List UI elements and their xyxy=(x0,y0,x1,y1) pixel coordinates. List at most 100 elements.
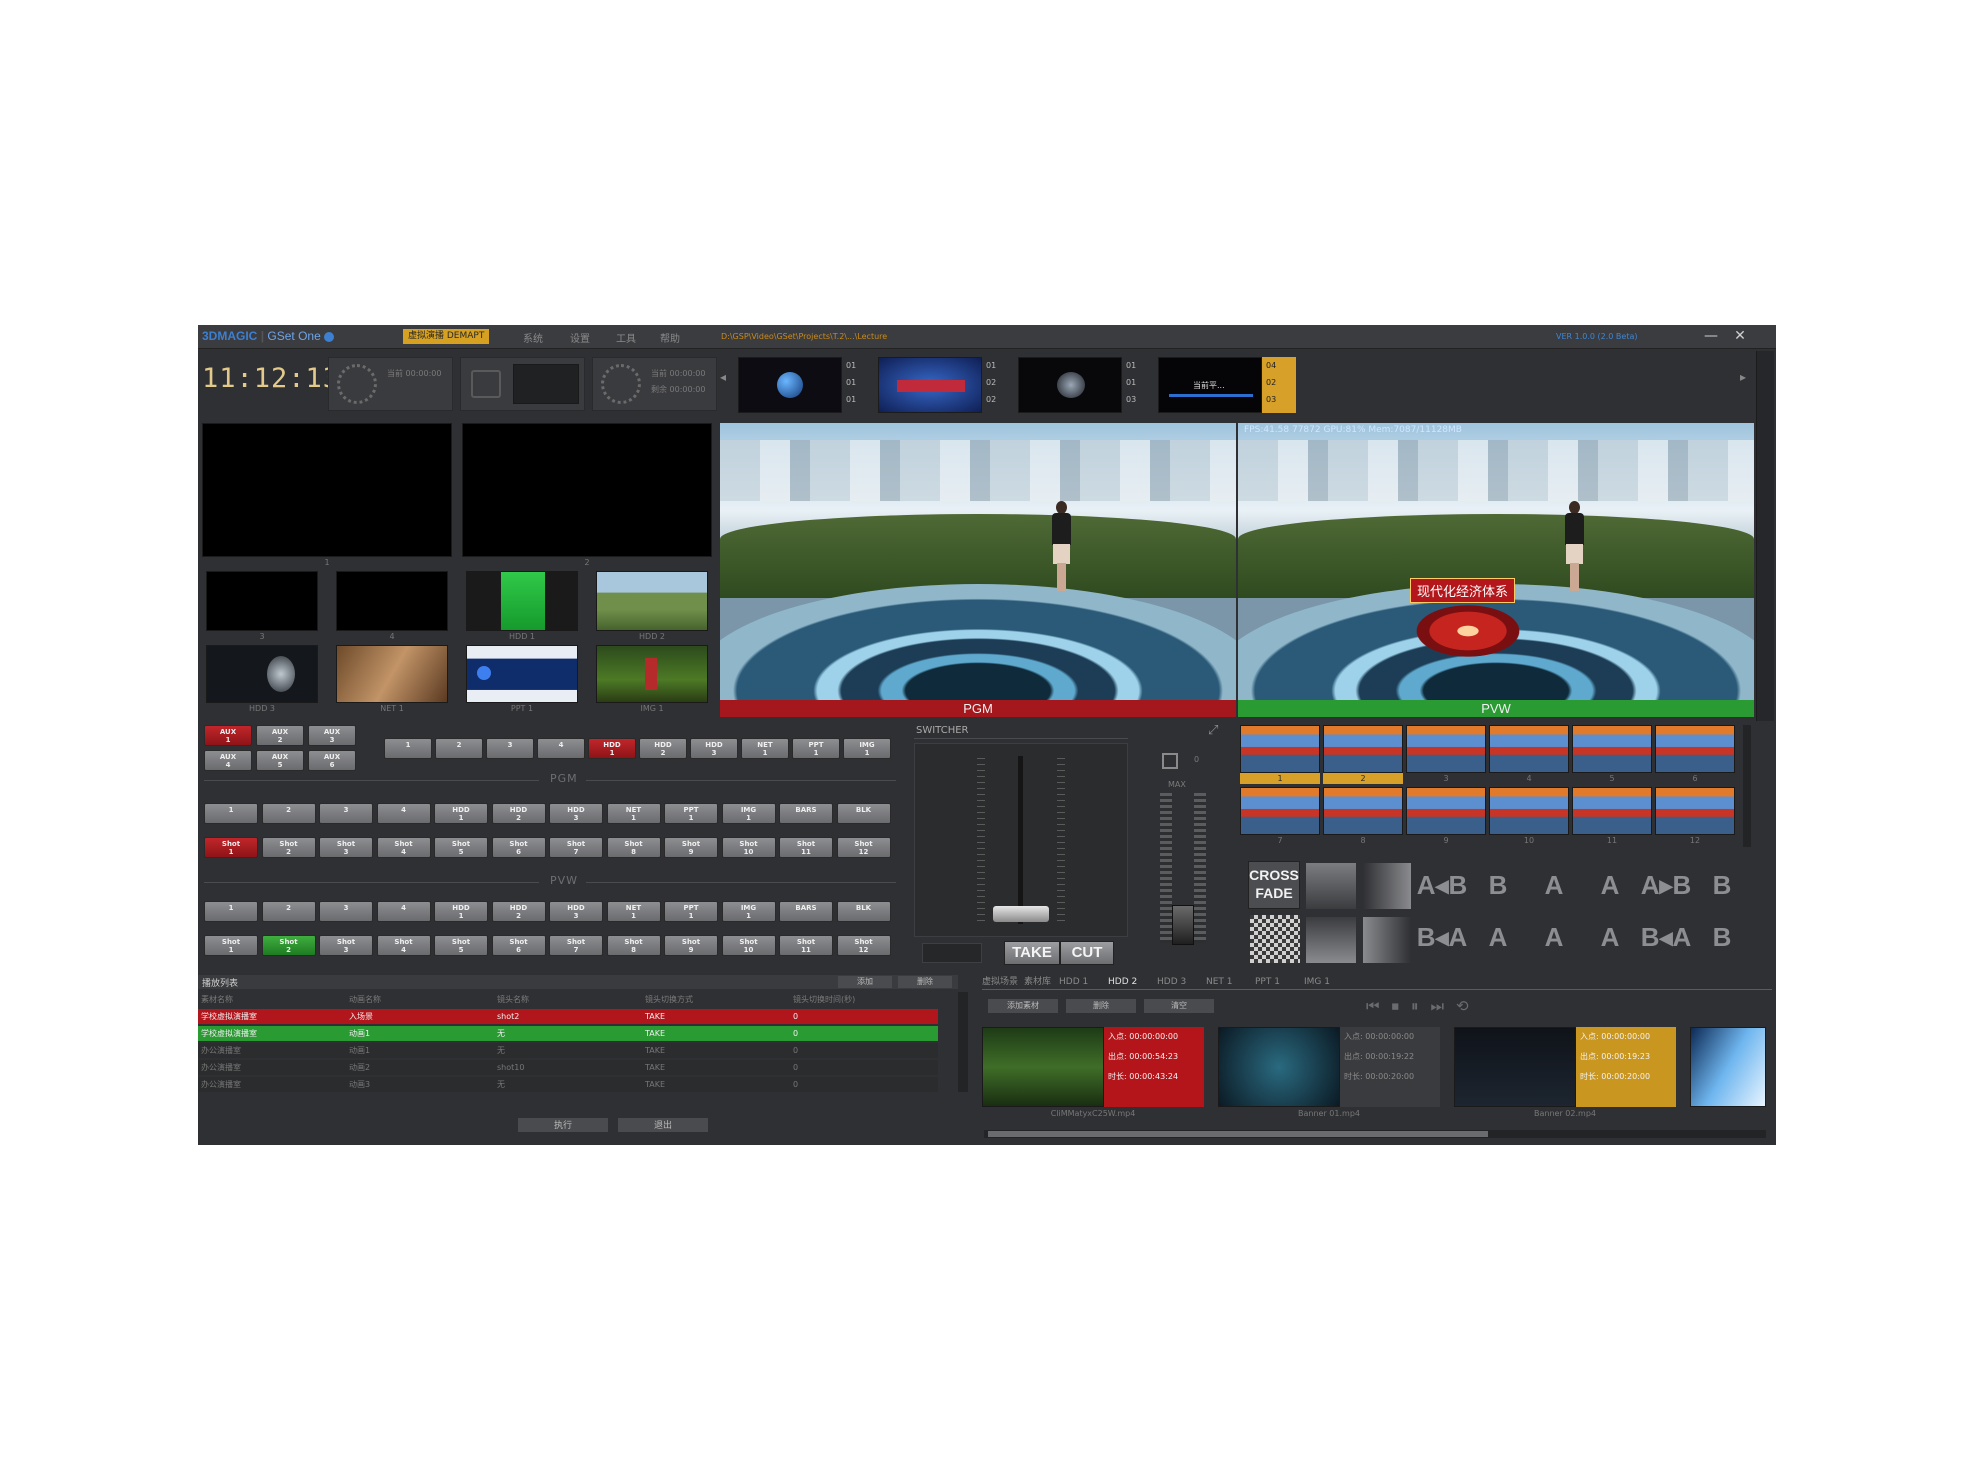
source-thumb-net1[interactable] xyxy=(336,645,448,703)
pvw-shot-button-5[interactable]: Shot 5 xyxy=(434,935,488,956)
camera-preset-8[interactable] xyxy=(1323,787,1403,835)
expand-icon[interactable]: ⤢ xyxy=(1208,723,1218,738)
media-tab-6[interactable]: NET 1 xyxy=(1206,975,1233,989)
media-tab-5[interactable]: HDD 3 xyxy=(1157,975,1186,989)
mode-badge[interactable]: 虚拟演播 DEMAPT xyxy=(403,329,490,344)
pgm-src-button-9[interactable]: PPT 1 xyxy=(664,803,718,824)
source-monitor-1[interactable] xyxy=(202,423,452,557)
close-icon[interactable]: ✕ xyxy=(1729,327,1751,346)
pgm-src-button-12[interactable]: BLK xyxy=(836,803,891,824)
playlist-row[interactable]: 学校虚拟演播室 入场景 shot2 TAKE 0 xyxy=(198,1009,938,1024)
pgm-shot-button-2[interactable]: Shot 2 xyxy=(261,837,316,858)
clip-1[interactable] xyxy=(738,357,842,413)
pvw-shot-button-8[interactable]: Shot 8 xyxy=(606,935,661,956)
pgm-src-button-7[interactable]: HDD 3 xyxy=(549,803,603,824)
aux-source-9[interactable]: PPT 1 xyxy=(792,738,840,759)
pvw-src-button-12[interactable]: BLK xyxy=(836,901,891,922)
pgm-src-button-6[interactable]: HDD 2 xyxy=(491,803,546,824)
pvw-src-button-8[interactable]: NET 1 xyxy=(606,901,661,922)
pgm-src-button-4[interactable]: 4 xyxy=(376,803,431,824)
clip-3[interactable] xyxy=(1018,357,1122,413)
preset-scrollbar[interactable] xyxy=(1743,725,1751,847)
transition-effect-1[interactable]: A◂B xyxy=(1414,863,1470,907)
minimize-icon[interactable]: — xyxy=(1700,327,1722,346)
pvw-shot-button-12[interactable]: Shot 12 xyxy=(836,935,891,956)
media-tool-button-2[interactable]: 删除 xyxy=(1066,999,1136,1013)
pgm-shot-button-6[interactable]: Shot 6 xyxy=(491,837,546,858)
source-thumb-hdd3[interactable] xyxy=(206,645,318,703)
pgm-src-button-11[interactable]: BARS xyxy=(779,803,833,824)
aux-button-3[interactable]: AUX 3 xyxy=(308,725,356,746)
aux-button-1[interactable]: AUX 1 xyxy=(204,725,252,746)
record-widget[interactable]: 当前 00:00:00 xyxy=(328,357,453,411)
playlist-column-header[interactable]: 素材名称 xyxy=(198,992,344,1007)
pvw-src-button-7[interactable]: HDD 3 xyxy=(549,901,603,922)
tbar-handle[interactable] xyxy=(993,906,1049,922)
media-tab-3[interactable]: HDD 1 xyxy=(1059,975,1088,989)
transition-effect-5[interactable]: A▸B xyxy=(1638,863,1694,907)
camera-preset-7[interactable] xyxy=(1240,787,1320,835)
playlist-run-button[interactable]: 执行 xyxy=(518,1118,608,1132)
wipe-effect-3[interactable] xyxy=(1306,917,1356,963)
playlist-row[interactable]: 办公演播室 动画1 无 TAKE 0 xyxy=(198,1043,938,1058)
camera-preset-12[interactable] xyxy=(1655,787,1735,835)
playlist-column-header[interactable]: 镜头名称 xyxy=(494,992,640,1007)
media-tab-7[interactable]: PPT 1 xyxy=(1255,975,1280,989)
aux-source-1[interactable]: 1 xyxy=(384,738,432,759)
pvw-shot-button-7[interactable]: Shot 7 xyxy=(549,935,603,956)
pgm-shot-button-1[interactable]: Shot 1 xyxy=(204,837,258,858)
transition-effect-10[interactable]: A xyxy=(1582,915,1638,959)
pvw-src-button-6[interactable]: HDD 2 xyxy=(491,901,546,922)
transition-effect-9[interactable]: A xyxy=(1526,915,1582,959)
aux-source-10[interactable]: IMG 1 xyxy=(843,738,891,759)
pvw-shot-button-4[interactable]: Shot 4 xyxy=(376,935,431,956)
media-clip-thumb-2[interactable] xyxy=(1218,1027,1340,1107)
wipe-effect-4[interactable] xyxy=(1363,917,1411,963)
aux-button-2[interactable]: AUX 2 xyxy=(256,725,304,746)
pvw-shot-button-9[interactable]: Shot 9 xyxy=(664,935,718,956)
pvw-shot-button-11[interactable]: Shot 11 xyxy=(779,935,833,956)
camera-preset-2[interactable] xyxy=(1323,725,1403,773)
transition-effect-8[interactable]: A xyxy=(1470,915,1526,959)
pgm-src-button-1[interactable]: 1 xyxy=(204,803,258,824)
pgm-src-button-2[interactable]: 2 xyxy=(261,803,316,824)
scroll-right-icon[interactable]: ▸ xyxy=(1740,370,1746,384)
source-thumb-hdd2[interactable] xyxy=(596,571,708,631)
right-tool-strip[interactable] xyxy=(1756,351,1774,721)
aux-source-5[interactable]: HDD 1 xyxy=(588,738,636,759)
playlist-add-button[interactable]: 添加 xyxy=(838,976,892,988)
playback-widget[interactable]: 当前 00:00:00 剩余 00:00:00 xyxy=(592,357,717,411)
camera-preset-5[interactable] xyxy=(1572,725,1652,773)
transition-effect-6[interactable]: B xyxy=(1694,863,1750,907)
cut-button[interactable]: CUT xyxy=(1060,941,1114,965)
clip-4[interactable]: 当前平... xyxy=(1158,357,1262,413)
source-monitor-2[interactable] xyxy=(462,423,712,557)
pgm-shot-button-4[interactable]: Shot 4 xyxy=(376,837,431,858)
aux-button-4[interactable]: AUX 4 xyxy=(204,750,252,771)
transition-effect-4[interactable]: A xyxy=(1582,863,1638,907)
pgm-src-button-5[interactable]: HDD 1 xyxy=(434,803,488,824)
media-clip-thumb-4[interactable] xyxy=(1690,1027,1766,1107)
aux-source-3[interactable]: 3 xyxy=(486,738,534,759)
aux-button-5[interactable]: AUX 5 xyxy=(256,750,304,771)
media-tool-button-1[interactable]: 添加素材 xyxy=(988,999,1058,1013)
menu-item-tools[interactable]: 工具 xyxy=(616,330,636,345)
transition-effect-12[interactable]: B xyxy=(1694,915,1750,959)
pgm-shot-button-5[interactable]: Shot 5 xyxy=(434,837,488,858)
input-widget[interactable] xyxy=(460,357,585,411)
playlist-exit-button[interactable]: 退出 xyxy=(618,1118,708,1132)
pgm-monitor[interactable] xyxy=(720,423,1236,700)
playlist-row[interactable]: 办公演播室 动画2 shot10 TAKE 0 xyxy=(198,1060,938,1075)
pvw-src-button-10[interactable]: IMG 1 xyxy=(721,901,776,922)
audio-fader-handle[interactable] xyxy=(1172,905,1194,945)
pgm-src-button-8[interactable]: NET 1 xyxy=(606,803,661,824)
media-tab-2[interactable]: 素材库 xyxy=(1024,975,1051,989)
menu-item-help[interactable]: 帮助 xyxy=(660,330,680,345)
camera-preset-4[interactable] xyxy=(1489,725,1569,773)
play-transport-icon[interactable]: ⏮⏹⏸⏭⟲ xyxy=(1366,997,1481,1015)
take-button[interactable]: TAKE xyxy=(1004,941,1060,965)
media-tab-1[interactable]: 虚拟场景 xyxy=(982,975,1018,989)
pvw-src-button-5[interactable]: HDD 1 xyxy=(434,901,488,922)
pgm-src-button-3[interactable]: 3 xyxy=(319,803,373,824)
playlist-scrollbar[interactable] xyxy=(958,992,968,1092)
